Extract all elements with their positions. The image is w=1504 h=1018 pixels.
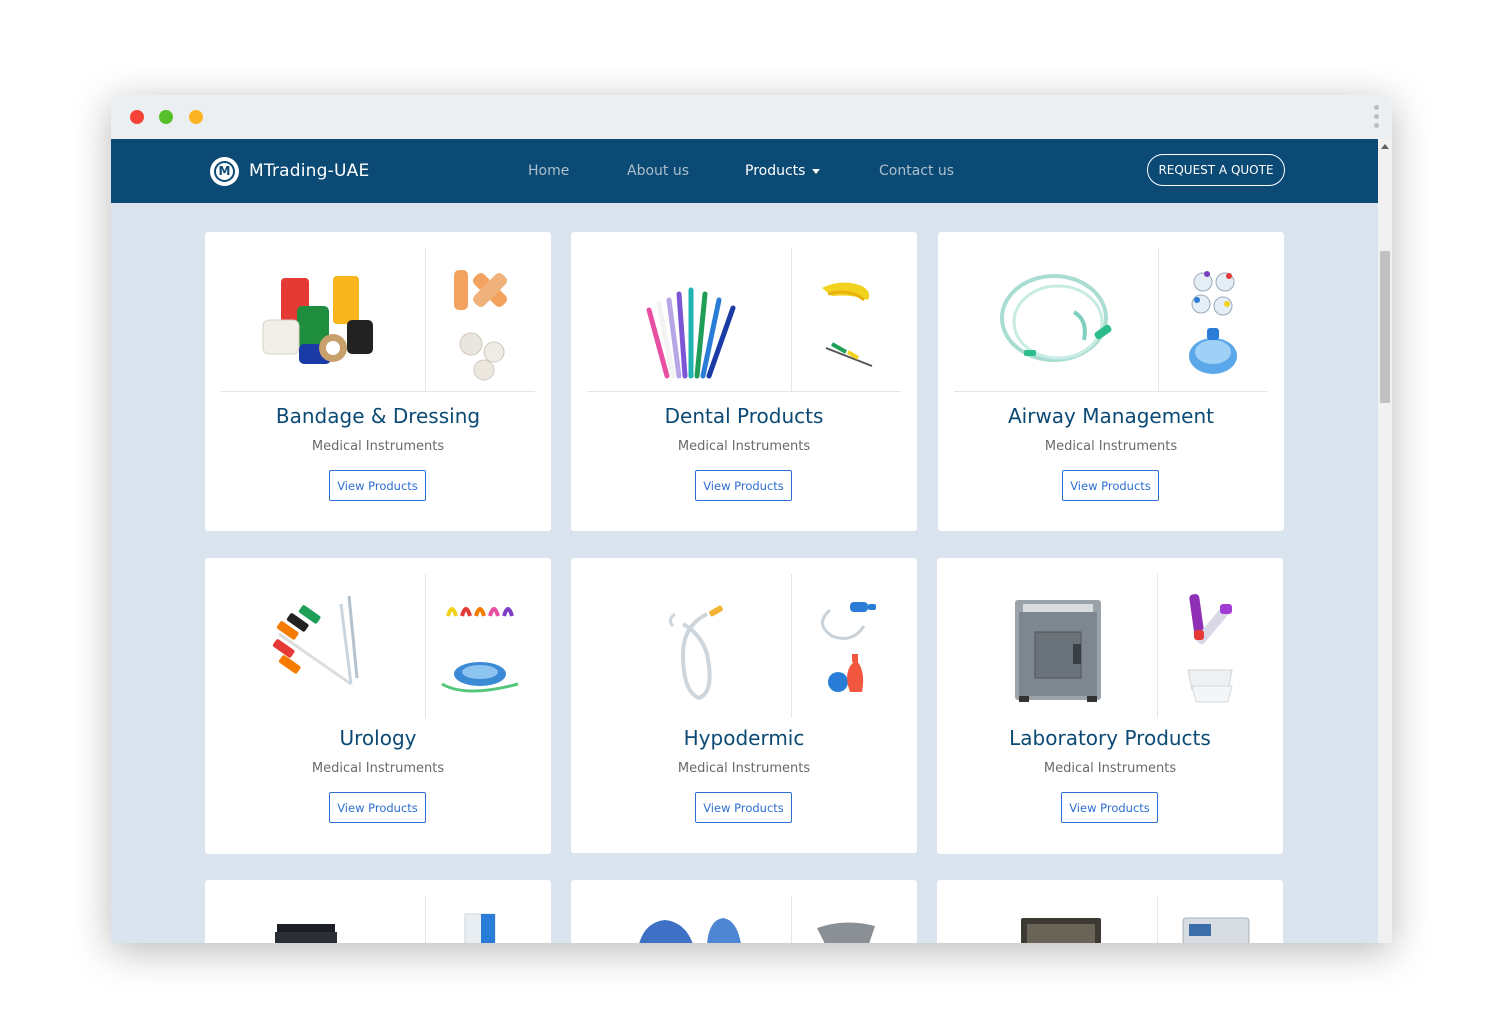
browser-window: M MTrading-UAE Home About us Products Co… bbox=[111, 95, 1392, 943]
chevron-down-icon bbox=[812, 168, 821, 174]
request-quote-button[interactable]: REQUEST A QUOTE bbox=[1147, 154, 1285, 186]
image-divider bbox=[791, 896, 792, 943]
brand-logo-icon: M bbox=[210, 156, 239, 186]
card-subtitle: Medical Instruments bbox=[1044, 439, 1178, 454]
card-title: Hypodermic bbox=[683, 726, 805, 750]
tubes-image bbox=[1158, 574, 1267, 718]
maximize-window-button[interactable] bbox=[159, 110, 173, 124]
nav-link-products-label: Products bbox=[745, 163, 806, 179]
card-subtitle: Medical Instruments bbox=[1043, 761, 1177, 776]
close-window-button[interactable] bbox=[130, 110, 144, 124]
catheter-image bbox=[587, 574, 791, 718]
view-products-button[interactable]: View Products bbox=[329, 792, 426, 823]
urology-image bbox=[221, 574, 425, 718]
brand[interactable]: M MTrading-UAE bbox=[210, 156, 369, 186]
product-card-dental: Dental Products Medical Instruments View… bbox=[571, 232, 917, 531]
mask-image bbox=[1159, 248, 1268, 392]
view-products-button[interactable]: View Products bbox=[329, 470, 426, 501]
dental-image bbox=[587, 248, 791, 392]
device-image bbox=[1182, 917, 1250, 943]
card-subtitle: Medical Instruments bbox=[311, 761, 445, 776]
basin-image bbox=[817, 922, 875, 943]
view-products-button[interactable]: View Products bbox=[695, 470, 792, 501]
brand-initial: M bbox=[214, 160, 235, 182]
navbar: M MTrading-UAE Home About us Products Co… bbox=[111, 139, 1378, 203]
vertical-scrollbar[interactable] bbox=[1378, 139, 1392, 943]
card-title: Laboratory Products bbox=[1009, 726, 1211, 750]
product-card-laboratory: Laboratory Products Medical Instruments … bbox=[937, 558, 1283, 854]
card-subtitle: Medical Instruments bbox=[311, 439, 445, 454]
view-products-button[interactable]: View Products bbox=[1061, 792, 1158, 823]
card-title: Urology bbox=[339, 726, 417, 750]
card-subtitle: Medical Instruments bbox=[677, 439, 811, 454]
brand-name: MTrading-UAE bbox=[249, 161, 370, 181]
card-subtitle: Medical Instruments bbox=[677, 761, 811, 776]
furniture-image bbox=[275, 924, 337, 943]
nav-link-products[interactable]: Products bbox=[745, 163, 821, 179]
product-card-partial bbox=[205, 880, 551, 943]
scrollbar-thumb[interactable] bbox=[1380, 251, 1390, 403]
product-card-partial bbox=[937, 880, 1283, 943]
dental-accessory-image bbox=[792, 248, 901, 392]
image-divider bbox=[425, 896, 426, 943]
view-products-button[interactable]: View Products bbox=[695, 792, 792, 823]
product-card-airway: Airway Management Medical Instruments Vi… bbox=[938, 232, 1284, 531]
product-card-partial bbox=[571, 880, 917, 943]
nav-link-about[interactable]: About us bbox=[627, 163, 689, 179]
view-products-button[interactable]: View Products bbox=[1062, 470, 1159, 501]
more-options-icon[interactable] bbox=[1374, 105, 1380, 131]
product-card-hypodermic: Hypodermic Medical Instruments View Prod… bbox=[571, 558, 917, 853]
card-title: Airway Management bbox=[1007, 404, 1214, 428]
nav-link-contact[interactable]: Contact us bbox=[879, 163, 954, 179]
incubator-image bbox=[953, 574, 1157, 718]
airway-image bbox=[954, 248, 1158, 392]
product-card-bandage: Bandage & Dressing Medical Instruments V… bbox=[205, 232, 551, 531]
scroll-up-arrow-icon[interactable] bbox=[1381, 144, 1389, 149]
dressing-image bbox=[426, 248, 535, 392]
urology-accessory-image bbox=[426, 574, 535, 718]
gown-image bbox=[639, 918, 741, 943]
card-title: Dental Products bbox=[664, 404, 824, 428]
product-card-urology: Urology Medical Instruments View Product… bbox=[205, 558, 551, 854]
case-image bbox=[1021, 918, 1101, 943]
bandage-image bbox=[221, 248, 425, 392]
syringe-image bbox=[792, 574, 901, 718]
cabinet-image bbox=[464, 913, 496, 943]
image-divider bbox=[1157, 896, 1158, 943]
card-title: Bandage & Dressing bbox=[275, 404, 481, 428]
browser-titlebar bbox=[111, 95, 1392, 139]
nav-link-home[interactable]: Home bbox=[528, 163, 569, 179]
minimize-window-button[interactable] bbox=[189, 110, 203, 124]
page-viewport: M MTrading-UAE Home About us Products Co… bbox=[111, 139, 1392, 943]
